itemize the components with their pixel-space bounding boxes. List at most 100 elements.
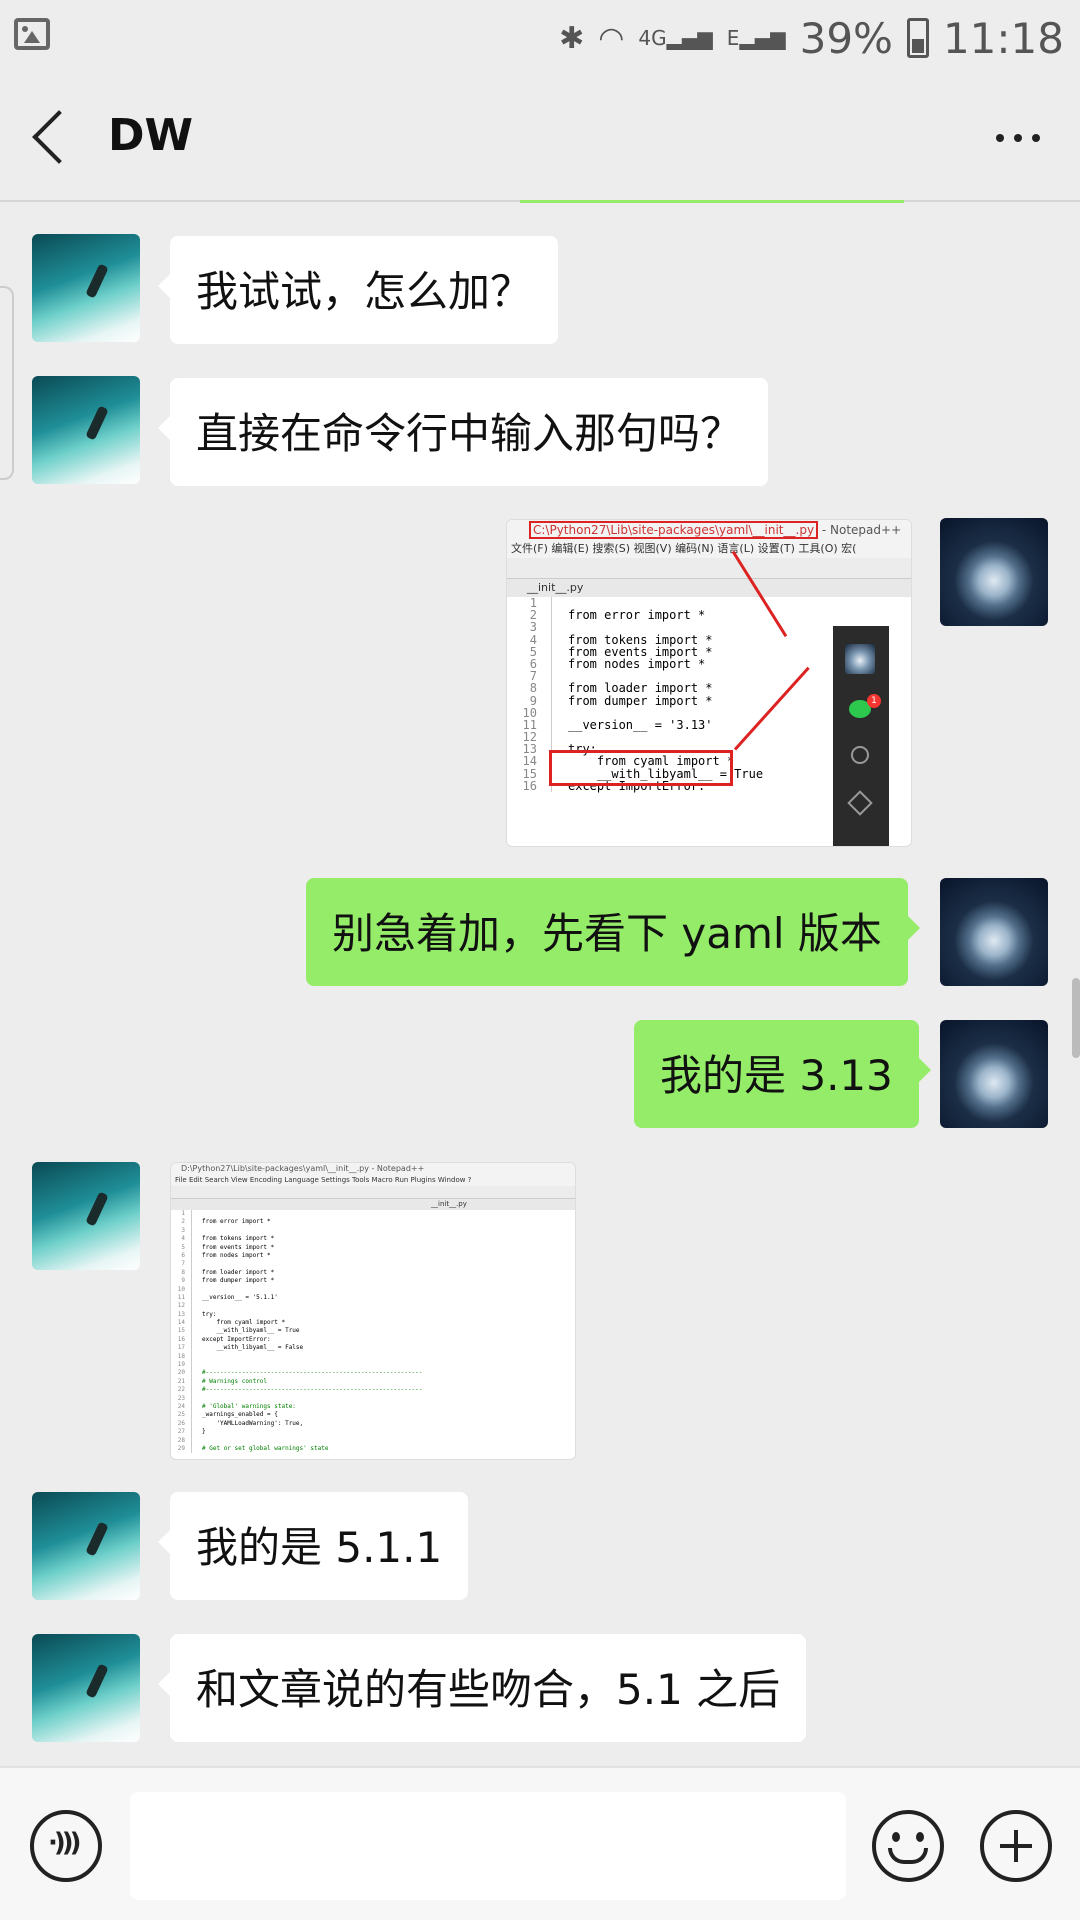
wechat-side-panel: 1 xyxy=(833,626,889,846)
code-line: 24 # 'Global' warnings state: xyxy=(171,1402,575,1412)
avatar-contact[interactable] xyxy=(32,376,140,484)
message-bubble-left[interactable]: 直接在命令行中输入那句吗？ xyxy=(157,378,769,486)
avatar-self[interactable] xyxy=(940,878,1048,986)
code-line: 11 __version__ = '5.1.1' xyxy=(171,1293,575,1303)
code-line: 26 'YAMLLoadWarning': True, xyxy=(171,1419,575,1429)
code-line: 8 from loader import * xyxy=(171,1268,575,1278)
line-number: 12 xyxy=(171,1302,192,1311)
notepad-toolbar xyxy=(507,558,911,579)
message-bubble-left[interactable]: 我试试，怎么加？ xyxy=(157,236,559,344)
code-line: 23 xyxy=(171,1394,575,1403)
avatar-contact[interactable] xyxy=(32,234,140,342)
file-path: C:\Python27\Lib\site-packages\yaml\__ini… xyxy=(529,521,819,539)
code-text: __with_libyaml__ = True xyxy=(202,1327,300,1335)
code-line: 29 # Get or set global warnings' state xyxy=(171,1444,575,1454)
code-text: from tokens import * xyxy=(202,1235,275,1243)
code-text: # Warnings control xyxy=(202,1377,268,1385)
code-line: 3 xyxy=(171,1226,575,1236)
code-line: 18 xyxy=(171,1352,575,1362)
code-text: # 'Global' warnings state: xyxy=(202,1402,296,1410)
code-line: 2 from error import * xyxy=(171,1218,575,1227)
image-message-notepad-screenshot[interactable]: C:\Python27\Lib\site-packages\yaml\__ini… xyxy=(506,519,912,847)
message-bubble-left[interactable]: 和文章说的有些吻合，5.1 之后 xyxy=(157,1634,807,1742)
code-line: 2 from error import * xyxy=(507,609,911,621)
code-line: 17 __with_libyaml__ = False xyxy=(171,1344,575,1353)
avatar-self[interactable] xyxy=(940,518,1048,626)
line-number: 22 xyxy=(171,1386,192,1395)
notepad-title-bar: D:\Python27\Lib\site-packages\yaml\__ini… xyxy=(171,1163,575,1175)
code-text: from dumper import * xyxy=(202,1277,275,1285)
gallery-icon xyxy=(14,18,50,50)
code-line: 6 from nodes import * xyxy=(171,1251,575,1261)
line-number: 27 xyxy=(171,1428,192,1437)
message-bubble-right[interactable]: 别急着加，先看下 yaml 版本 xyxy=(306,878,920,986)
code-line: 13 try: xyxy=(171,1310,575,1320)
line-number: 9 xyxy=(171,1277,192,1286)
line-number: 11 xyxy=(171,1293,192,1303)
more-dots-icon[interactable] xyxy=(996,134,1040,142)
voice-icon[interactable] xyxy=(30,1810,102,1882)
notepad-menu: 文件(F) 编辑(E) 搜索(S) 视图(V) 编码(N) 语言(L) 设置(T… xyxy=(507,540,911,558)
signal-e-icon: E▂▄▆ xyxy=(726,26,786,50)
line-number: 4 xyxy=(507,633,552,646)
code-text: from events import * xyxy=(202,1243,275,1251)
clock: 11:18 xyxy=(942,13,1064,63)
code-line: 16 except ImportError: xyxy=(171,1335,575,1345)
line-number: 10 xyxy=(171,1285,192,1294)
line-number: 15 xyxy=(171,1327,192,1336)
line-number: 15 xyxy=(507,767,552,780)
chat-input-bar xyxy=(0,1766,1080,1920)
line-number: 21 xyxy=(171,1377,192,1387)
chat-header: DW xyxy=(0,76,1080,202)
code-line: 7 xyxy=(171,1260,575,1269)
code-text: from error import * xyxy=(202,1218,271,1226)
code-line: 28 xyxy=(171,1436,575,1445)
notepad-toolbar xyxy=(171,1186,575,1199)
line-number: 23 xyxy=(171,1394,192,1403)
code-line: 12 xyxy=(171,1302,575,1311)
contacts-icon xyxy=(851,746,869,764)
code-area: 1 2 from error import * 3 4 from tokens impor… xyxy=(171,1210,575,1454)
line-number: 24 xyxy=(171,1402,192,1412)
scrollbar[interactable] xyxy=(1072,978,1080,1058)
wifi-icon: ◠ xyxy=(598,20,625,56)
line-number: 1 xyxy=(171,1210,192,1219)
avatar-contact[interactable] xyxy=(32,1634,140,1742)
status-icons: ✱ ◠ 4G▂▄▆ E▂▄▆ 39% 11:18 xyxy=(559,10,1064,66)
line-number: 6 xyxy=(171,1251,192,1261)
code-text: from loader import * xyxy=(202,1268,275,1276)
line-number: 4 xyxy=(171,1235,192,1244)
message-input[interactable] xyxy=(130,1792,846,1900)
code-line: 15 __with_libyaml__ = True xyxy=(171,1327,575,1336)
battery-percent: 39% xyxy=(799,13,893,63)
unread-badge: 1 xyxy=(867,694,881,708)
message-bubble-right[interactable]: 我的是 3.13 xyxy=(634,1020,931,1128)
avatar-contact[interactable] xyxy=(32,1492,140,1600)
bluetooth-icon: ✱ xyxy=(559,20,585,56)
line-number: 2 xyxy=(171,1218,192,1227)
code-text: __version__ = '5.1.1' xyxy=(202,1293,278,1301)
code-text: __with_libyaml__ = False xyxy=(202,1344,304,1352)
line-number: 28 xyxy=(171,1436,192,1445)
code-text: _warnings_enabled = { xyxy=(202,1411,278,1419)
avatar-contact[interactable] xyxy=(32,1162,140,1270)
avatar-self[interactable] xyxy=(940,1020,1048,1128)
emoji-icon[interactable] xyxy=(872,1810,944,1882)
app-name: - Notepad++ xyxy=(821,523,902,537)
network-e-label: E xyxy=(726,26,740,50)
code-text: #---------------------------------------… xyxy=(202,1386,423,1394)
line-number: 9 xyxy=(507,694,552,707)
chevron-left-icon[interactable] xyxy=(32,110,86,164)
code-line: 21 # Warnings control xyxy=(171,1377,575,1387)
code-line: 10 xyxy=(171,1285,575,1294)
message-bubble-left[interactable]: 我的是 5.1.1 xyxy=(157,1492,469,1600)
line-number: 20 xyxy=(171,1369,192,1378)
edge-panel-handle[interactable] xyxy=(0,286,14,480)
plus-icon[interactable] xyxy=(980,1810,1052,1882)
image-message-notepad-screenshot[interactable]: D:\Python27\Lib\site-packages\yaml\__ini… xyxy=(170,1162,576,1460)
code-line: 5 from events import * xyxy=(171,1243,575,1252)
line-number: 7 xyxy=(171,1260,192,1269)
notepad-tab: __init__.py xyxy=(507,579,911,597)
code-text: } xyxy=(202,1428,206,1436)
code-line: 22 #-------------------------------------… xyxy=(171,1386,575,1395)
